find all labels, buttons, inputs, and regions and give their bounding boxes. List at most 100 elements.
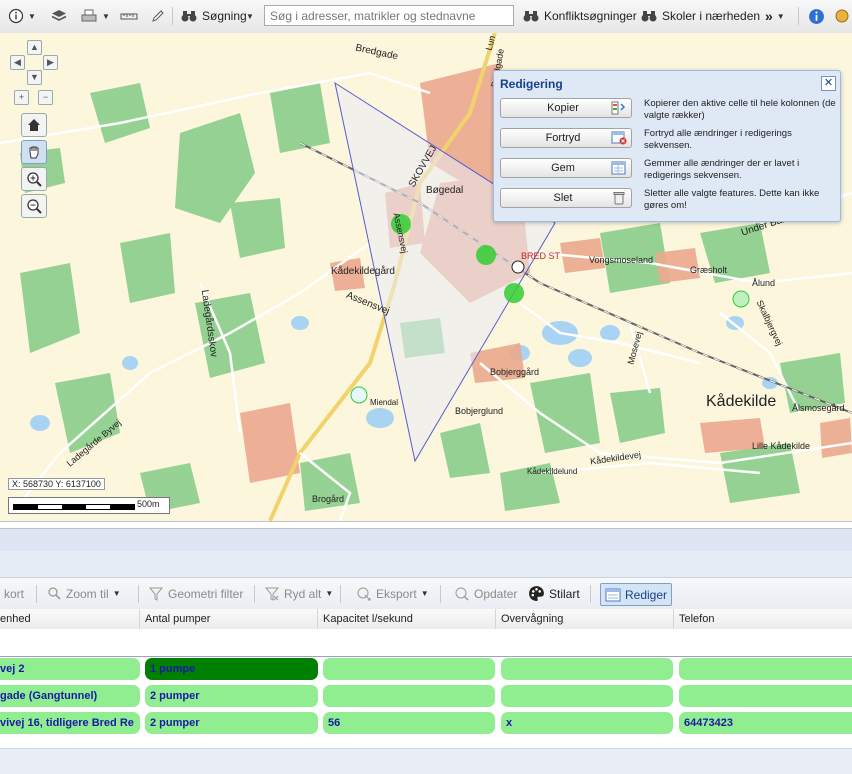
conflict-search-button[interactable]: Konfliktsøgninger: [522, 5, 637, 27]
copy-button-label: Kopier: [547, 102, 579, 114]
scale-bar: 500m: [8, 497, 170, 514]
zoom-to-label: Zoom til: [66, 586, 109, 601]
grid-cell[interactable]: [679, 685, 852, 707]
grid-toolbar: kort Zoom til ▼ Geometri filter Ryd alt …: [0, 577, 852, 610]
clear-all-label: Ryd alt: [284, 586, 322, 601]
home-button[interactable]: [21, 113, 47, 137]
layers-button[interactable]: [50, 5, 68, 27]
close-button[interactable]: ✕: [821, 76, 836, 91]
grid-cell[interactable]: [501, 685, 673, 707]
table-edit-icon: [605, 588, 621, 601]
grid-cell[interactable]: 2 pumper: [145, 685, 318, 707]
grid-cell[interactable]: 2 pumper: [145, 712, 318, 734]
zoom-in-tool-button[interactable]: [21, 167, 47, 191]
undo-button[interactable]: Fortryd: [500, 128, 632, 148]
arrow-right-icon: ▶: [47, 57, 54, 67]
grid-cell[interactable]: [323, 658, 495, 680]
pan-right-button[interactable]: ▶: [43, 55, 58, 70]
map-label: Miendal: [370, 398, 399, 407]
print-dropdown-button[interactable]: ▼: [80, 5, 110, 27]
about-button[interactable]: [808, 5, 825, 27]
geometry-filter-label: Geometri filter: [168, 586, 244, 601]
style-label: Stilart: [549, 586, 580, 601]
map-label: Vongsmoseland: [589, 255, 654, 265]
column-header-enhed[interactable]: enhed: [0, 609, 140, 629]
search-mode-label: Søgning: [202, 9, 247, 23]
grid-cell[interactable]: x: [501, 712, 673, 734]
edit-toggle-button[interactable]: Rediger: [600, 583, 673, 606]
geometry-filter-button[interactable]: Geometri filter: [148, 583, 243, 604]
more-tools-button[interactable]: » ▼: [765, 5, 785, 27]
map-label: Kådekildelund: [527, 467, 578, 476]
refresh-button[interactable]: Opdater: [454, 583, 517, 604]
clear-all-button[interactable]: Ryd alt ▼: [264, 583, 333, 604]
arrow-up-icon: ▲: [30, 42, 39, 52]
pan-tool-button[interactable]: [21, 140, 47, 164]
save-button[interactable]: Gem: [500, 158, 632, 178]
refresh-label: Opdater: [474, 586, 518, 601]
binoculars-icon: [181, 11, 197, 22]
extra-tool-button[interactable]: [834, 5, 850, 27]
column-header-telefon[interactable]: Telefon: [674, 609, 852, 629]
grid-cell[interactable]: gade (Gangtunnel): [0, 685, 140, 707]
column-header-overvaagning[interactable]: Overvågning: [496, 609, 674, 629]
save-button-label: Gem: [551, 162, 575, 174]
measure-button[interactable]: [120, 5, 138, 27]
draw-button[interactable]: [150, 5, 166, 27]
pan-up-button[interactable]: ▲: [27, 40, 42, 55]
zoom-out-icon: [27, 199, 42, 214]
search-mode-dropdown[interactable]: ▼: [246, 5, 254, 27]
map-label: Ålund: [752, 278, 776, 288]
map-label: Lille Kådekilde: [752, 441, 811, 451]
edit-toggle-label: Rediger: [625, 587, 668, 602]
splitter-bar[interactable]: [0, 528, 852, 552]
copy-column-icon: [611, 101, 626, 115]
grid-cell-selected[interactable]: 1 pumpe: [145, 658, 318, 680]
grid-cell[interactable]: vivej 16, tidligere Bred Re: [0, 712, 140, 734]
arrow-left-icon: ◀: [14, 57, 21, 67]
grid-column-headers: enhed Antal pumper Kapacitet l/sekund Ov…: [0, 609, 852, 630]
schools-nearby-button[interactable]: Skoler i nærheden: [640, 5, 760, 27]
trash-icon: [613, 192, 625, 205]
zoom-in-small-button[interactable]: +: [14, 90, 29, 105]
grid-cell[interactable]: vej 2: [0, 658, 140, 680]
style-button[interactable]: Stilart: [528, 583, 580, 604]
undo-description: Fortryd alle ændringer i redigerings sek…: [644, 128, 792, 151]
column-header-kapacitet[interactable]: Kapacitet l/sekund: [318, 609, 496, 629]
pan-down-button[interactable]: ▼: [27, 70, 42, 85]
map-view[interactable]: Bredgade Bredgade Lun SKOVVEJ Bøgedal As…: [0, 33, 852, 522]
binoculars-icon: [523, 11, 539, 22]
zoom-out-small-button[interactable]: −: [38, 90, 53, 105]
close-icon: ✕: [823, 77, 834, 89]
export-icon: [357, 587, 371, 600]
pencil-icon: [152, 10, 164, 22]
plus-icon: +: [18, 92, 25, 102]
search-input[interactable]: [264, 5, 514, 26]
zoom-pin-icon: [48, 586, 61, 600]
grid-cell[interactable]: 56: [323, 712, 495, 734]
more-label: »: [765, 8, 773, 24]
column-header-antal-pumper[interactable]: Antal pumper: [140, 609, 318, 629]
grid-cell[interactable]: 64473423: [679, 712, 852, 734]
zoom-to-button[interactable]: Zoom til ▼: [46, 583, 121, 604]
undo-table-icon: [611, 131, 627, 145]
map-label: Bobjerglund: [455, 406, 504, 416]
zoom-out-tool-button[interactable]: [21, 194, 47, 218]
export-button[interactable]: Eksport ▼: [356, 583, 429, 604]
grid-cell[interactable]: [501, 658, 673, 680]
map-label: Græsholt: [690, 265, 728, 275]
map-view-button[interactable]: kort: [4, 583, 24, 604]
delete-description: Sletter alle valgte features. Dette kan …: [644, 188, 820, 211]
save-description: Gemmer alle ændringer der er lavet i red…: [644, 158, 800, 181]
grid-cell[interactable]: [679, 658, 852, 680]
info-dropdown-button[interactable]: ▼: [8, 5, 36, 27]
conflict-search-label: Konfliktsøgninger: [544, 9, 637, 23]
search-mode-button[interactable]: Søgning: [180, 5, 247, 27]
map-label: Brogård: [312, 494, 345, 504]
copy-button[interactable]: Kopier: [500, 98, 632, 118]
schools-nearby-label: Skoler i nærheden: [662, 9, 761, 23]
pan-left-button[interactable]: ◀: [10, 55, 25, 70]
palette-icon: [529, 586, 544, 601]
grid-cell[interactable]: [323, 685, 495, 707]
delete-button[interactable]: Slet: [500, 188, 632, 208]
